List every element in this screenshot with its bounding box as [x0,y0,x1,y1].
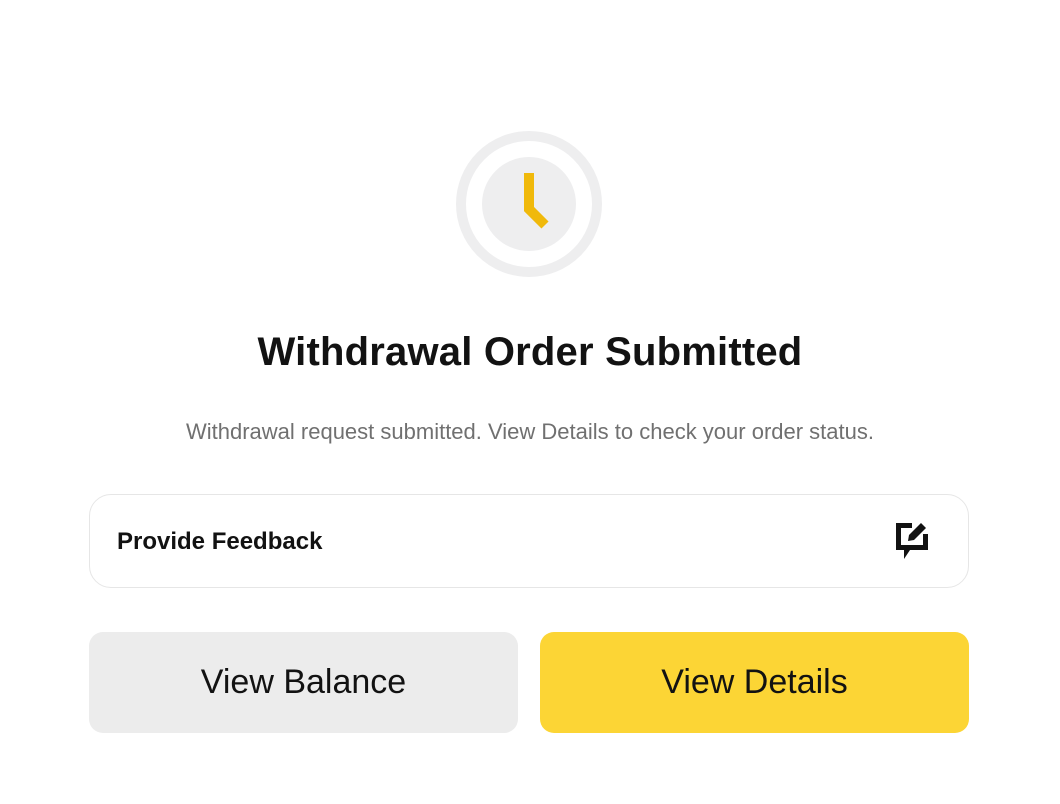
view-balance-button[interactable]: View Balance [89,632,518,733]
feedback-label: Provide Feedback [117,528,323,555]
feedback-edit-icon [894,521,930,561]
page-title: Withdrawal Order Submitted [257,330,803,374]
view-details-button[interactable]: View Details [540,632,969,733]
provide-feedback-button[interactable]: Provide Feedback [89,494,969,588]
clock-icon [456,131,602,277]
status-description: Withdrawal request submitted. View Detai… [185,419,874,444]
withdrawal-submitted-page: Withdrawal Order Submitted Withdrawal re… [0,0,1060,804]
